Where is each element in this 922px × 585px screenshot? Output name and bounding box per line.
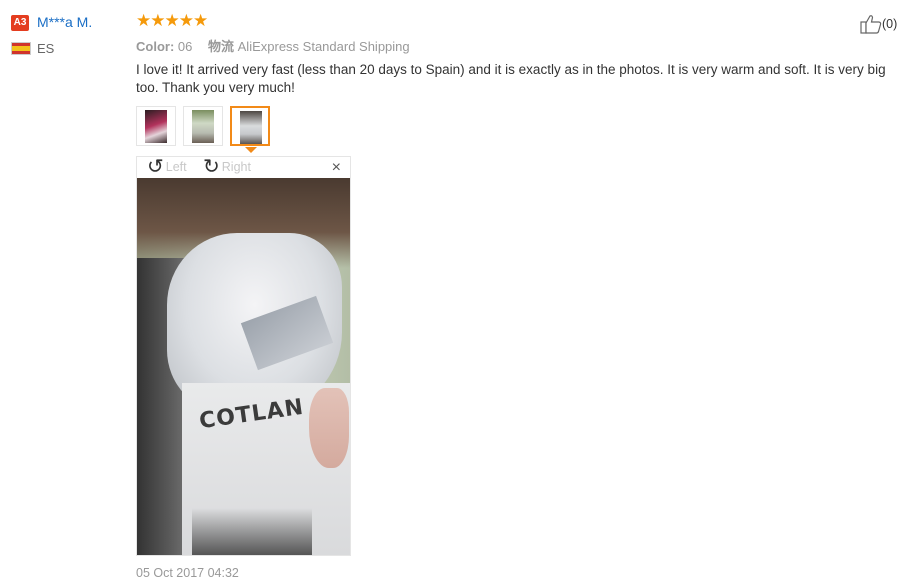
thumbs-up-icon [860, 15, 882, 34]
reviewer-name: M***a M. [37, 14, 93, 30]
color-label: Color: [136, 39, 175, 54]
close-icon[interactable]: × [332, 159, 341, 177]
rotate-right-icon: ↻ [203, 156, 220, 178]
shipping-value: AliExpress Standard Shipping [237, 39, 410, 54]
color-value: 06 [177, 39, 193, 54]
order-attributes: Color: 06 物流 AliExpress Standard Shippin… [136, 36, 410, 55]
review-photo-thumbnail-3[interactable] [230, 106, 270, 146]
buyer-level-badge: A3 [11, 15, 29, 31]
spain-flag-icon [11, 42, 31, 55]
review-text: I love it! It arrived very fast (less th… [136, 62, 886, 95]
helpful-count: (0) [882, 17, 898, 31]
rotate-left-button[interactable]: ↺ Left [147, 156, 187, 178]
review-photo-thumbnail-1[interactable] [136, 106, 176, 146]
helpful-button[interactable]: (0) [860, 14, 897, 34]
selected-thumbnail-pointer [245, 147, 257, 153]
review-date: 05 Oct 2017 04:32 [136, 566, 239, 580]
viewer-toolbar: ↺ Left ↻ Right × [137, 157, 350, 178]
rotate-right-button[interactable]: ↻ Right [203, 156, 251, 178]
review-photo-thumbnail-2[interactable] [183, 106, 223, 146]
rotate-left-icon: ↺ [147, 156, 164, 178]
review-photo-large: COTLAN [137, 178, 350, 555]
rotate-left-label: Left [165, 160, 187, 174]
star-rating: ★★★★★ [136, 11, 208, 30]
reviewer-country: ES [37, 41, 55, 56]
photo-viewer: ↺ Left ↻ Right × COTLAN [136, 156, 351, 556]
shipping-label: 物流 [208, 39, 235, 54]
rotate-right-label: Right [221, 160, 251, 174]
